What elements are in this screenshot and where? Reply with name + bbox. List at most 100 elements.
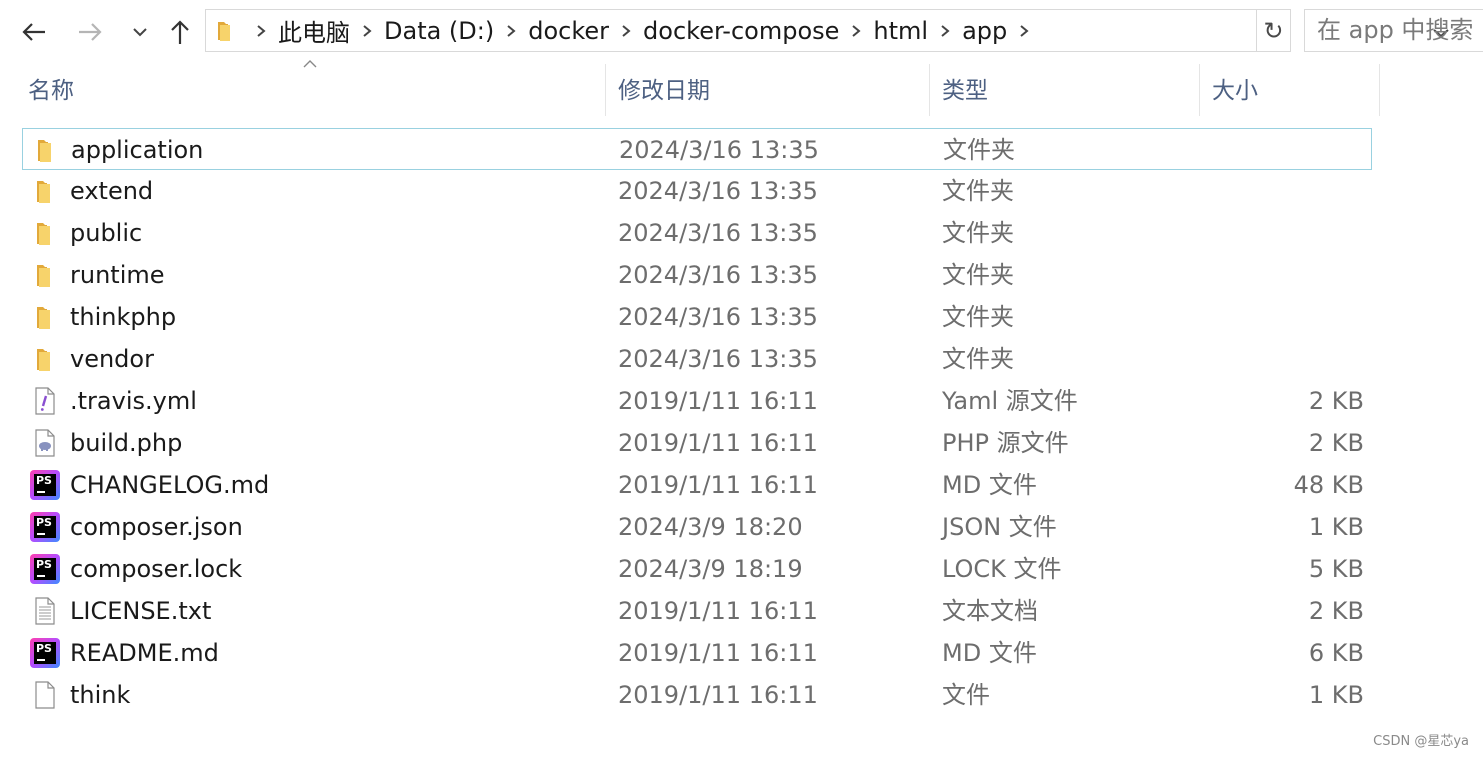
breadcrumb-item[interactable]: Data (D:) <box>382 17 496 45</box>
file-size: 1 KB <box>1308 681 1364 709</box>
file-name: runtime <box>70 261 165 289</box>
refresh-icon: ↻ <box>1263 16 1284 45</box>
file-row[interactable]: build.php 2019/1/11 16:11 PHP 源文件 2 KB <box>22 422 1372 464</box>
file-type: 文件夹 <box>942 345 1014 373</box>
forward-button[interactable] <box>72 14 108 50</box>
file-type: 文件夹 <box>942 177 1014 205</box>
folder-icon <box>30 344 60 374</box>
chevron-right-icon[interactable] <box>352 24 382 38</box>
column-header-name[interactable]: 名称 <box>28 64 74 118</box>
file-modified-date: 2024/3/9 18:19 <box>618 555 803 583</box>
file-row[interactable]: PS composer.lock 2024/3/9 18:19 LOCK 文件 5 KB <box>22 548 1372 590</box>
file-name: .travis.yml <box>70 387 197 415</box>
phpstorm-file-icon: PS <box>30 554 60 584</box>
breadcrumb: 此电脑 Data (D:) docker docker-compose html… <box>246 10 1039 51</box>
file-name: vendor <box>70 345 154 373</box>
file-type: 文件夹 <box>942 261 1014 289</box>
file-modified-date: 2024/3/16 13:35 <box>618 177 818 205</box>
breadcrumb-item[interactable]: app <box>960 17 1009 45</box>
file-type: 文件夹 <box>943 136 1015 164</box>
file-row[interactable]: think 2019/1/11 16:11 文件 1 KB <box>22 674 1372 716</box>
file-size: 48 KB <box>1293 471 1364 499</box>
column-divider[interactable] <box>1199 64 1200 116</box>
folder-icon <box>31 135 61 165</box>
chevron-right-icon[interactable] <box>1009 24 1039 38</box>
file-size: 2 KB <box>1308 429 1364 457</box>
file-row[interactable]: PS README.md 2019/1/11 16:11 MD 文件 6 KB <box>22 632 1372 674</box>
chevron-right-icon[interactable] <box>496 24 526 38</box>
breadcrumb-item[interactable]: docker-compose <box>641 17 841 45</box>
back-arrow-icon <box>22 23 45 41</box>
file-modified-date: 2024/3/16 13:35 <box>618 303 818 331</box>
folder-icon <box>30 218 60 248</box>
phpstorm-file-icon: PS <box>30 512 60 542</box>
chevron-right-icon[interactable] <box>611 24 641 38</box>
file-modified-date: 2024/3/16 13:35 <box>618 345 818 373</box>
file-name: composer.json <box>70 513 243 541</box>
file-name: extend <box>70 177 154 205</box>
file-name: public <box>70 219 143 247</box>
address-bar[interactable]: 此电脑 Data (D:) docker docker-compose html… <box>205 9 1449 52</box>
php-file-icon <box>30 428 60 458</box>
back-button[interactable] <box>16 14 52 50</box>
folder-icon <box>30 176 60 206</box>
column-divider[interactable] <box>929 64 930 116</box>
column-header-type[interactable]: 类型 <box>942 64 988 118</box>
file-row[interactable]: LICENSE.txt 2019/1/11 16:11 文本文档 2 KB <box>22 590 1372 632</box>
file-row[interactable]: PS CHANGELOG.md 2019/1/11 16:11 MD 文件 48 KB <box>22 464 1372 506</box>
chevron-right-icon[interactable] <box>246 24 276 38</box>
file-type: 文件 <box>942 681 990 709</box>
yaml-file-icon <box>30 386 60 416</box>
folder-icon <box>30 302 60 332</box>
file-name: composer.lock <box>70 555 243 583</box>
file-row[interactable]: public 2024/3/16 13:35 文件夹 <box>22 212 1372 254</box>
file-size: 6 KB <box>1308 639 1364 667</box>
column-headers: 名称 修改日期 类型 大小 <box>0 64 1483 118</box>
file-row[interactable]: runtime 2024/3/16 13:35 文件夹 <box>22 254 1372 296</box>
navigation-bar: 此电脑 Data (D:) docker docker-compose html… <box>0 0 1483 62</box>
file-type: 文件夹 <box>942 219 1014 247</box>
blank-file-icon <box>30 680 60 710</box>
file-type: LOCK 文件 <box>942 555 1062 583</box>
file-type: PHP 源文件 <box>942 429 1069 457</box>
column-header-date[interactable]: 修改日期 <box>618 64 710 118</box>
file-name: CHANGELOG.md <box>70 471 270 499</box>
file-size: 1 KB <box>1308 513 1364 541</box>
file-modified-date: 2024/3/9 18:20 <box>618 513 803 541</box>
file-type: 文件夹 <box>942 303 1014 331</box>
chevron-down-icon <box>133 28 147 37</box>
file-type: Yaml 源文件 <box>942 387 1078 415</box>
breadcrumb-item[interactable]: html <box>871 17 930 45</box>
file-modified-date: 2019/1/11 16:11 <box>618 597 818 625</box>
refresh-button[interactable]: ↻ <box>1257 9 1291 52</box>
up-arrow-icon <box>171 20 189 44</box>
chevron-right-icon[interactable] <box>930 24 960 38</box>
file-name: application <box>71 136 204 164</box>
file-row[interactable]: vendor 2024/3/16 13:35 文件夹 <box>22 338 1372 380</box>
file-row[interactable]: .travis.yml 2019/1/11 16:11 Yaml 源文件 2 KB <box>22 380 1372 422</box>
file-row[interactable]: PS composer.json 2024/3/9 18:20 JSON 文件 1 KB <box>22 506 1372 548</box>
column-divider[interactable] <box>605 64 606 116</box>
text-file-icon <box>30 596 60 626</box>
chevron-right-icon[interactable] <box>841 24 871 38</box>
file-name: build.php <box>70 429 183 457</box>
forward-arrow-icon <box>79 23 102 41</box>
file-name: README.md <box>70 639 219 667</box>
column-header-size[interactable]: 大小 <box>1212 64 1258 118</box>
file-row[interactable]: thinkphp 2024/3/16 13:35 文件夹 <box>22 296 1372 338</box>
file-type: JSON 文件 <box>942 513 1057 541</box>
search-input[interactable]: 在 app 中搜索 <box>1304 9 1483 52</box>
file-modified-date: 2024/3/16 13:35 <box>619 136 819 164</box>
breadcrumb-item[interactable]: docker <box>526 17 611 45</box>
breadcrumb-item[interactable]: 此电脑 <box>276 13 352 48</box>
file-size: 5 KB <box>1308 555 1364 583</box>
file-name: think <box>70 681 131 709</box>
file-row[interactable]: extend 2024/3/16 13:35 文件夹 <box>22 170 1372 212</box>
recent-locations-button[interactable] <box>122 14 158 50</box>
file-modified-date: 2019/1/11 16:11 <box>618 387 818 415</box>
column-divider[interactable] <box>1379 64 1380 116</box>
up-button[interactable] <box>162 14 198 50</box>
file-name: thinkphp <box>70 303 177 331</box>
file-row[interactable]: application 2024/3/16 13:35 文件夹 <box>22 128 1372 170</box>
file-size: 2 KB <box>1308 387 1364 415</box>
